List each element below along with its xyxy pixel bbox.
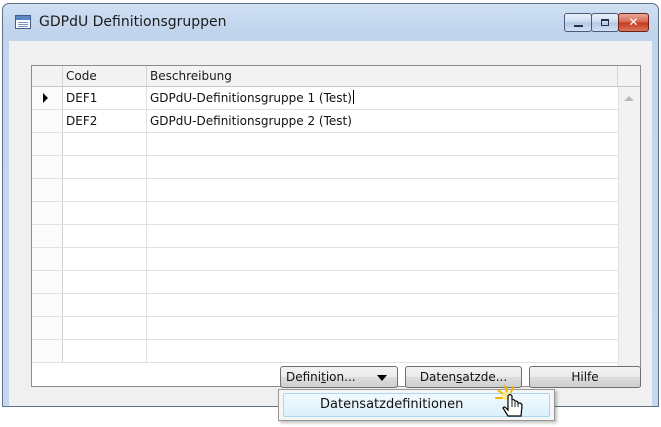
minimize-button[interactable] — [564, 13, 592, 32]
empty-table-row[interactable] — [32, 294, 618, 317]
row-selector[interactable] — [32, 87, 63, 109]
title-bar[interactable]: GDPdU Definitionsgruppen ✕ — [3, 4, 658, 40]
cell-description[interactable] — [147, 340, 618, 362]
table-row[interactable]: DEF1 GDPdU-Definitionsgruppe 1 (Test) — [32, 87, 618, 110]
row-selector[interactable] — [32, 110, 63, 132]
row-selector-header — [32, 66, 63, 87]
empty-table-row[interactable] — [32, 202, 618, 225]
row-selector[interactable] — [32, 294, 63, 316]
row-selector[interactable] — [32, 156, 63, 178]
cell-description[interactable] — [147, 202, 618, 224]
scroll-corner — [618, 66, 640, 87]
cell-code[interactable] — [63, 179, 147, 201]
cell-code[interactable] — [63, 317, 147, 339]
row-selector[interactable] — [32, 317, 63, 339]
column-header-code[interactable]: Code — [63, 66, 147, 87]
cell-code[interactable] — [63, 340, 147, 362]
cell-description[interactable] — [147, 225, 618, 247]
empty-table-row[interactable] — [32, 340, 618, 363]
scroll-up-icon[interactable] — [624, 96, 634, 101]
cell-description[interactable] — [147, 179, 618, 201]
empty-table-row[interactable] — [32, 225, 618, 248]
empty-table-row[interactable] — [32, 133, 618, 156]
definition-menu-button[interactable]: Definition... — [280, 366, 398, 388]
table-row[interactable]: DEF2 GDPdU-Definitionsgruppe 2 (Test) — [32, 110, 618, 133]
cell-description[interactable] — [147, 317, 618, 339]
row-selector[interactable] — [32, 225, 63, 247]
cell-code[interactable] — [63, 156, 147, 178]
text-cursor — [352, 90, 354, 104]
empty-table-row[interactable] — [32, 271, 618, 294]
record-button-label: Datensatzde... — [419, 370, 508, 384]
cell-code[interactable] — [63, 202, 147, 224]
cell-description[interactable] — [147, 248, 618, 270]
cell-code[interactable] — [63, 294, 147, 316]
table-icon — [15, 15, 31, 29]
close-icon: ✕ — [628, 15, 639, 29]
cell-description[interactable]: GDPdU-Definitionsgruppe 2 (Test) — [147, 110, 618, 132]
empty-table-row[interactable] — [32, 179, 618, 202]
data-grid[interactable]: Code Beschreibung DEF1 GDPdU-Definitionsg… — [31, 65, 641, 387]
minimize-icon — [574, 25, 583, 27]
row-selector[interactable] — [32, 202, 63, 224]
client-area: Code Beschreibung DEF1 GDPdU-Definitionsg… — [9, 41, 652, 406]
maximize-icon — [601, 19, 609, 26]
maximize-button[interactable] — [591, 13, 619, 32]
empty-table-row[interactable] — [32, 317, 618, 340]
current-row-arrow-icon — [43, 93, 48, 103]
hand-pointer-icon — [495, 385, 523, 417]
cell-description[interactable] — [147, 133, 618, 155]
cell-code[interactable] — [63, 248, 147, 270]
row-selector[interactable] — [32, 179, 63, 201]
dropdown-arrow-icon — [377, 375, 387, 381]
definition-button-label: Definition... — [286, 370, 356, 384]
close-button[interactable]: ✕ — [618, 13, 649, 32]
empty-table-row[interactable] — [32, 248, 618, 271]
cell-description[interactable] — [147, 271, 618, 293]
vertical-scrollbar[interactable] — [618, 87, 640, 386]
window-title: GDPdU Definitionsgruppen — [39, 14, 227, 30]
row-selector[interactable] — [32, 340, 63, 362]
column-header-description[interactable]: Beschreibung — [147, 66, 618, 87]
window: GDPdU Definitionsgruppen ✕ Code Beschrei… — [2, 3, 659, 407]
help-button[interactable]: Hilfe — [529, 366, 641, 388]
cell-code[interactable] — [63, 225, 147, 247]
row-selector[interactable] — [32, 248, 63, 270]
row-selector[interactable] — [32, 133, 63, 155]
cell-description[interactable]: GDPdU-Definitionsgruppe 1 (Test) — [147, 87, 618, 109]
cell-code[interactable]: DEF1 — [63, 87, 147, 109]
row-selector[interactable] — [32, 271, 63, 293]
cell-description[interactable] — [147, 156, 618, 178]
cell-description[interactable] — [147, 294, 618, 316]
cell-code[interactable]: DEF2 — [63, 110, 147, 132]
empty-table-row[interactable] — [32, 156, 618, 179]
cell-code[interactable] — [63, 133, 147, 155]
cell-code[interactable] — [63, 271, 147, 293]
